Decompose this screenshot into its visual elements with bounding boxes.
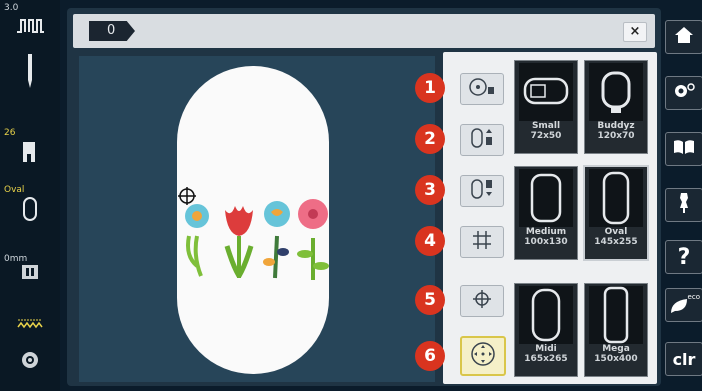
hoop-alignment-icon [470,341,496,371]
hoop-name: Mega [602,344,630,354]
presser-foot-icon[interactable] [0,140,60,168]
hoop-card-oval[interactable]: Oval 145x255 [583,165,649,261]
gear-icon [672,82,696,104]
eco-label: eco [687,293,700,301]
hoop-size: 165x265 [524,354,568,364]
hoop-area[interactable] [177,66,329,374]
move-forward-button[interactable] [460,175,504,207]
move-to-center-button[interactable] [460,73,504,105]
needle-number: 26 [4,128,16,138]
hoop-midi-icon [519,286,573,344]
move-center-icon [468,77,496,101]
grid-button[interactable] [460,226,504,258]
hoop-name: Medium [525,227,567,237]
callout-badge-4: 4 [415,226,445,256]
hoop-medium-icon [519,169,573,227]
center-crosshair-icon [178,187,196,205]
callout-badge-1: 1 [415,73,445,103]
hoop-card-buddyz[interactable]: Buddyz 120x70 [584,60,648,154]
hoop-mega-icon [589,286,643,344]
hoop-oval-icon[interactable] [0,196,60,226]
home-icon [674,26,694,48]
hoop-size: 100x130 [524,237,568,247]
crosshair-icon [472,289,492,313]
needle-icon[interactable] [0,54,60,92]
dress-form-icon [676,192,692,218]
hoop-back-icon [468,127,496,153]
eco-leaf-icon: eco [669,293,700,317]
design-tab-label: 0 [107,23,116,38]
hoop-card-medium[interactable]: Medium 100x130 [514,166,578,260]
center-mark-button[interactable] [460,285,504,317]
tutorial-button[interactable] [665,132,702,166]
left-status-bar: 3.0 26 Oval 0mm [0,0,60,391]
clear-button[interactable]: clr [665,342,702,376]
hoop-size: 72x50 [530,131,562,141]
design-tab[interactable]: 0 [89,21,135,41]
hoop-size: 150x400 [594,354,638,364]
offset-value: 0mm [4,254,28,264]
bobbin-icon[interactable] [0,350,60,374]
settings-button[interactable] [665,76,702,110]
callout-badge-2: 2 [415,124,445,154]
close-button[interactable]: × [623,22,647,42]
right-nav-bar: ? eco clr [664,0,702,391]
hoop-size: 120x70 [597,131,635,141]
move-back-button[interactable] [460,124,504,156]
hoop-small-icon [519,63,573,121]
callout-badge-6: 6 [415,341,445,371]
hoop-oval-selected-icon [589,169,643,227]
hoop-name: Oval [604,227,628,237]
book-icon [673,139,695,159]
tension-zigzag-icon[interactable] [0,316,60,335]
stitch-speed-icon[interactable] [0,14,60,40]
callout-badge-5: 5 [415,285,445,315]
hoop-card-midi[interactable]: Midi 165x265 [514,283,578,377]
hoop-alignment-button[interactable] [460,336,506,376]
hoop-card-small[interactable]: Small 72x50 [514,60,578,154]
stitch-plate-icon[interactable] [0,264,60,284]
hoop-card-mega[interactable]: Mega 150x400 [584,283,648,377]
hoop-buddyz-icon [589,63,643,121]
hoop-forward-icon [468,178,496,204]
eco-button[interactable]: eco [665,288,702,322]
top-toolbar: 0 × [73,14,655,48]
help-button[interactable]: ? [665,240,702,274]
creative-consultant-button[interactable] [665,188,702,222]
embroidery-screen: 3.0 26 Oval 0mm 0 × 1 2 3 4 5 6 Small 72… [0,0,702,391]
hoop-name: Midi [535,344,557,354]
embroidery-preview [79,56,435,382]
speed-value: 3.0 [4,3,19,13]
flower-design-graphic [178,187,329,280]
hoop-label: Oval [4,185,25,195]
home-button[interactable] [665,20,702,54]
callout-badge-3: 3 [415,175,445,205]
hoop-size: 145x255 [594,237,638,247]
hoop-name: Small [531,121,561,131]
hoop-name: Buddyz [597,121,635,131]
grid-icon [472,230,492,254]
